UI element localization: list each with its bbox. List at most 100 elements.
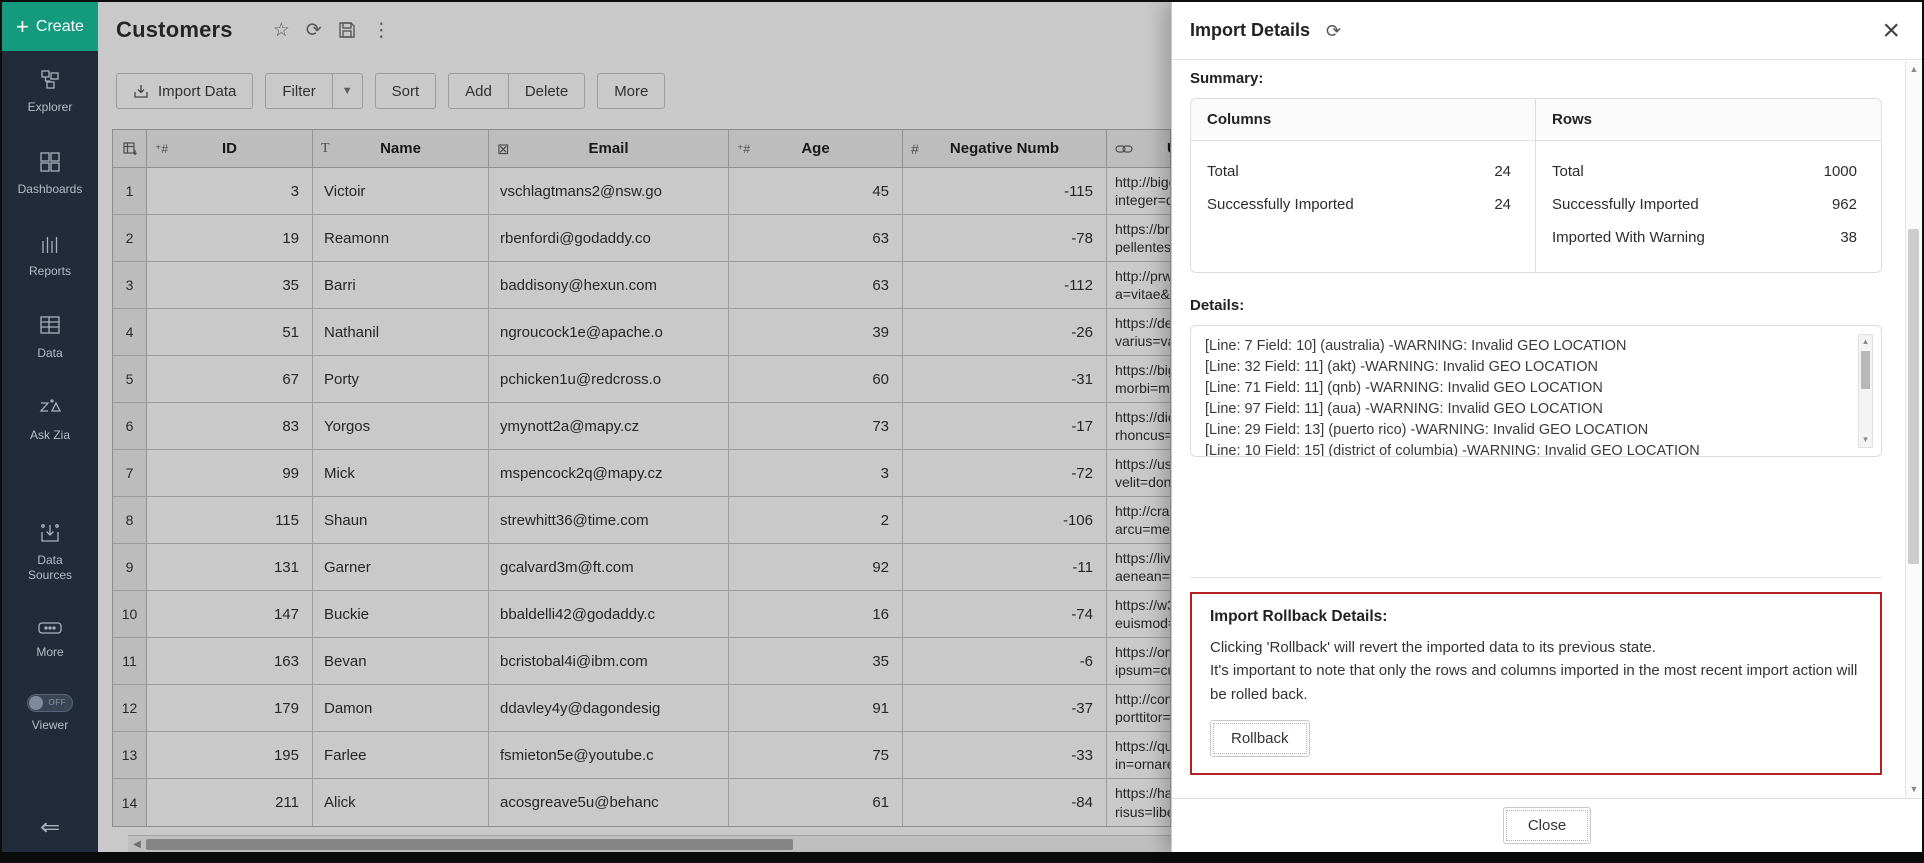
more-button[interactable]: More [597,73,665,109]
cell-name[interactable]: Porty [313,356,489,402]
cell-id[interactable]: 163 [147,638,313,684]
cell-negative-number[interactable]: -106 [903,497,1107,543]
cell-name[interactable]: Farlee [313,732,489,778]
table-row[interactable]: 6 83 Yorgos ymynott2a@mapy.cz 73 -17 htt… [113,403,1171,450]
cell-url[interactable]: https://de.varius=va [1107,309,1171,355]
table-row[interactable]: 4 51 Nathanil ngroucock1e@apache.o 39 -2… [113,309,1171,356]
cell-negative-number[interactable]: -31 [903,356,1107,402]
cell-age[interactable]: 39 [729,309,903,355]
cell-id[interactable]: 147 [147,591,313,637]
cell-email[interactable]: rbenfordi@godaddy.co [489,215,729,261]
cell-id[interactable]: 99 [147,450,313,496]
select-all-header[interactable] [113,130,147,167]
cell-age[interactable]: 63 [729,262,903,308]
cell-age[interactable]: 45 [729,168,903,214]
collapse-sidebar-icon[interactable]: ⇐ [40,813,60,842]
table-row[interactable]: 5 67 Porty pchicken1u@redcross.o 60 -31 … [113,356,1171,403]
cell-email[interactable]: acosgreave5u@behanc [489,779,729,826]
cell-name[interactable]: Alick [313,779,489,826]
delete-button[interactable]: Delete [508,74,584,108]
table-row[interactable]: 13 195 Farlee fsmieton5e@youtube.c 75 -3… [113,732,1171,779]
cell-id[interactable]: 115 [147,497,313,543]
table-row[interactable]: 12 179 Damon ddavley4y@dagondesig 91 -37… [113,685,1171,732]
cell-url[interactable]: https://w3euismod= [1107,591,1171,637]
cell-age[interactable]: 91 [729,685,903,731]
sidebar-item-explorer[interactable]: Explorer [2,69,98,115]
scroll-down-icon[interactable]: ▼ [1906,784,1922,794]
cell-id[interactable]: 19 [147,215,313,261]
cell-name[interactable]: Mick [313,450,489,496]
filter-caret-icon[interactable]: ▼ [332,74,362,108]
table-row[interactable]: 3 35 Barri baddisony@hexun.com 63 -112 h… [113,262,1171,309]
cell-age[interactable]: 35 [729,638,903,684]
cell-url[interactable]: http://craiarcu=met [1107,497,1171,543]
cell-negative-number[interactable]: -74 [903,591,1107,637]
sidebar-item-dashboards[interactable]: Dashboards [2,151,98,197]
cell-age[interactable]: 75 [729,732,903,778]
cell-id[interactable]: 211 [147,779,313,826]
cell-email[interactable]: bcristobal4i@ibm.com [489,638,729,684]
sidebar-item-ask-zia[interactable]: Ask Zia [2,396,98,442]
cell-email[interactable]: fsmieton5e@youtube.c [489,732,729,778]
cell-url[interactable]: http://bigcinteger=q [1107,168,1171,214]
panel-close-icon[interactable]: × [1882,19,1900,43]
cell-email[interactable]: mspencock2q@mapy.cz [489,450,729,496]
cell-url[interactable]: https://brapellentesc [1107,215,1171,261]
cell-name[interactable]: Garner [313,544,489,590]
cell-negative-number[interactable]: -6 [903,638,1107,684]
sort-button[interactable]: Sort [375,73,437,109]
horizontal-scroll-thumb[interactable] [146,839,793,850]
create-button[interactable]: + Create [2,2,98,51]
cell-id[interactable]: 131 [147,544,313,590]
column-header-name[interactable]: T Name [313,130,489,167]
cell-url[interactable]: https://dicrhoncus=r [1107,403,1171,449]
panel-scroll-thumb[interactable] [1908,229,1919,564]
cell-id[interactable]: 179 [147,685,313,731]
cell-url[interactable]: http://conporttitor= [1107,685,1171,731]
details-scroll-thumb[interactable] [1861,351,1870,389]
cell-email[interactable]: pchicken1u@redcross.o [489,356,729,402]
table-row[interactable]: 10 147 Buckie bbaldelli42@godaddy.c 16 -… [113,591,1171,638]
cell-id[interactable]: 83 [147,403,313,449]
sidebar-item-viewer[interactable]: OFF Viewer [2,694,98,732]
cell-negative-number[interactable]: -112 [903,262,1107,308]
column-header-age[interactable]: ⁺# Age [729,130,903,167]
cell-name[interactable]: Nathanil [313,309,489,355]
filter-button[interactable]: Filter [266,74,331,108]
cell-negative-number[interactable]: -84 [903,779,1107,826]
cell-url[interactable]: https://harisus=libe [1107,779,1171,826]
cell-age[interactable]: 60 [729,356,903,402]
cell-negative-number[interactable]: -115 [903,168,1107,214]
cell-id[interactable]: 3 [147,168,313,214]
cell-name[interactable]: Victoir [313,168,489,214]
scroll-up-icon[interactable]: ▲ [1862,335,1870,349]
rollback-button[interactable]: Rollback [1210,720,1310,757]
cell-url[interactable]: https://usgvelit=don [1107,450,1171,496]
cell-negative-number[interactable]: -78 [903,215,1107,261]
scroll-left-icon[interactable]: ◀ [128,839,146,850]
cell-name[interactable]: Shaun [313,497,489,543]
cell-url[interactable]: https://bigmorbi=mi [1107,356,1171,402]
viewer-toggle[interactable]: OFF [27,694,73,712]
cell-age[interactable]: 3 [729,450,903,496]
cell-url[interactable]: https://omipsum=cu [1107,638,1171,684]
refresh-icon[interactable]: ⟳ [306,21,322,40]
sidebar-item-more[interactable]: More [2,620,98,660]
cell-email[interactable]: ngroucock1e@apache.o [489,309,729,355]
cell-negative-number[interactable]: -72 [903,450,1107,496]
cell-age[interactable]: 61 [729,779,903,826]
cell-id[interactable]: 195 [147,732,313,778]
add-button[interactable]: Add [449,74,508,108]
table-row[interactable]: 11 163 Bevan bcristobal4i@ibm.com 35 -6 … [113,638,1171,685]
cell-negative-number[interactable]: -11 [903,544,1107,590]
cell-email[interactable]: baddisony@hexun.com [489,262,729,308]
column-header-id[interactable]: ⁺# ID [147,130,313,167]
table-row[interactable]: 14 211 Alick acosgreave5u@behanc 61 -84 … [113,779,1171,826]
cell-email[interactable]: gcalvard3m@ft.com [489,544,729,590]
panel-scrollbar[interactable]: ▲ ▼ [1905,61,1922,797]
cell-email[interactable]: ymynott2a@mapy.cz [489,403,729,449]
cell-name[interactable]: Buckie [313,591,489,637]
sidebar-item-data-sources[interactable]: Data Sources [2,522,98,582]
cell-email[interactable]: vschlagtmans2@nsw.go [489,168,729,214]
cell-name[interactable]: Damon [313,685,489,731]
